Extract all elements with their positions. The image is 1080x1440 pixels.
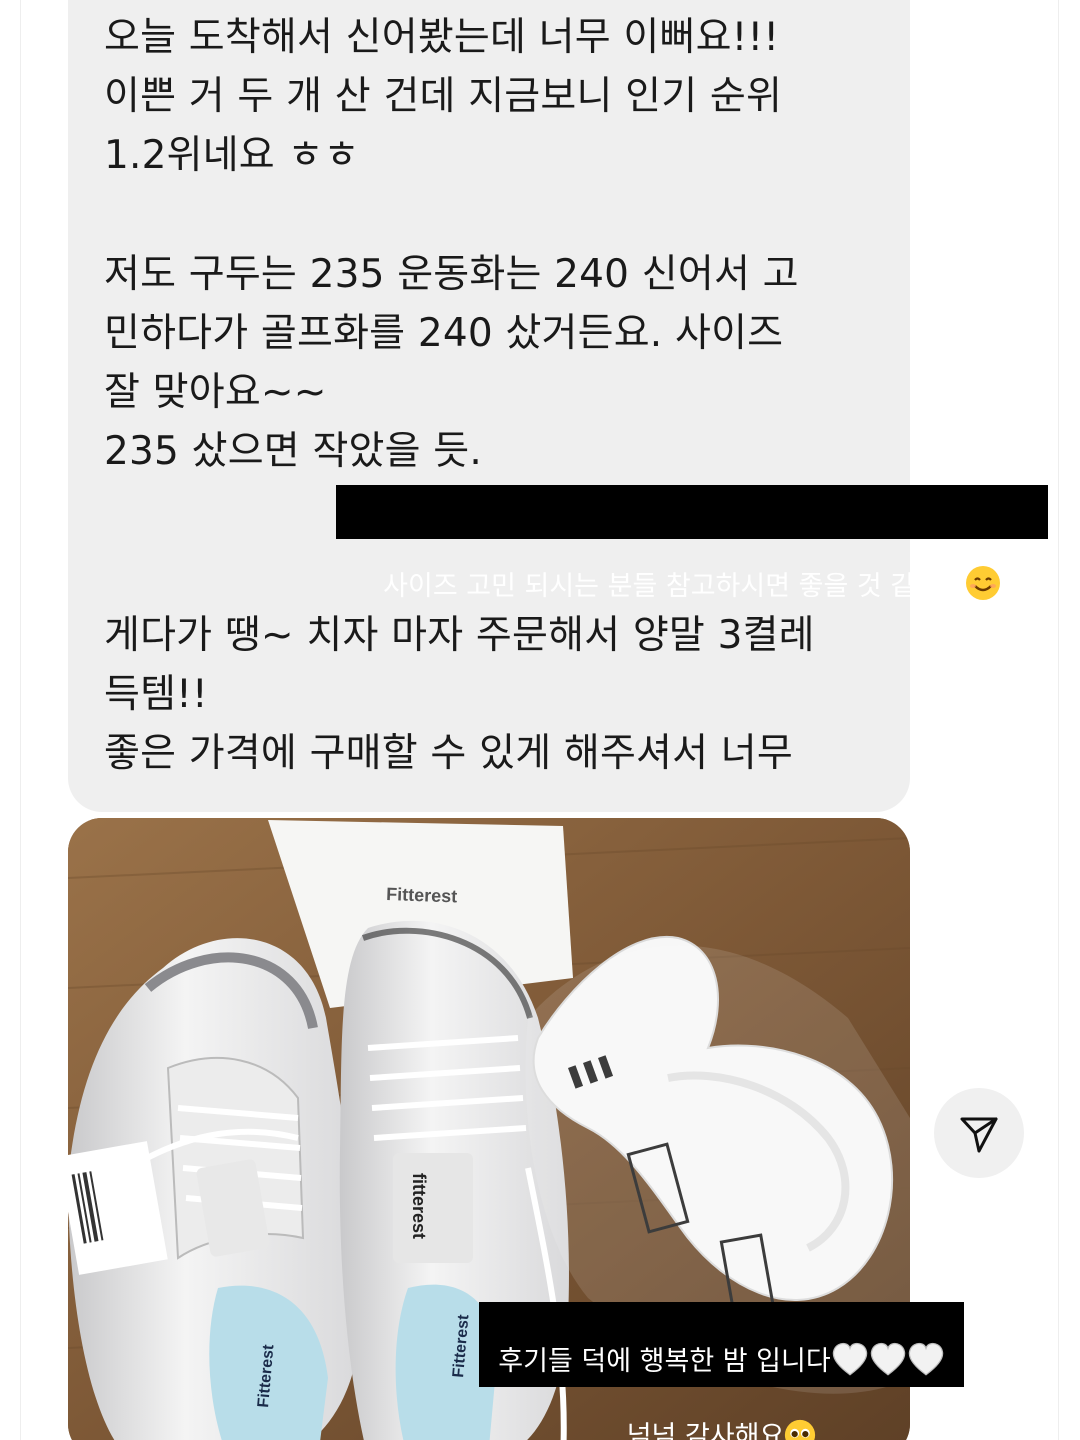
thanks-caption: 후기들 덕에 행복한 밤 입니다 넘넘 감사해요	[479, 1302, 964, 1440]
white-heart-icon	[907, 1342, 945, 1385]
send-paper-plane-icon	[960, 1117, 998, 1153]
size-tip-text: 사이즈 고민 되시는 분들 참고하시면 좋을 것 같아요	[383, 571, 965, 602]
size-tip-caption: 사이즈 고민 되시는 분들 참고하시면 좋을 것 같아요	[336, 485, 1048, 602]
thanks-line-2: 넘넘 감사해요	[626, 1421, 785, 1440]
share-button[interactable]	[934, 1088, 1024, 1178]
thanks-line-2-wrap: 넘넘 감사해요	[491, 1419, 952, 1440]
right-edge-divider	[1058, 0, 1059, 1440]
smiling-face-icon	[965, 528, 1001, 611]
white-heart-icon	[869, 1342, 907, 1385]
message-paragraph-2: 저도 구두는 235 운동화는 240 신어서 고 민하다가 골프화를 240 …	[104, 252, 799, 474]
white-heart-icon	[831, 1342, 869, 1385]
left-edge-divider	[20, 0, 21, 1440]
thanks-line-1-wrap: 후기들 덕에 행복한 밤 입니다	[491, 1342, 952, 1385]
thanks-line-1: 후기들 덕에 행복한 밤 입니다	[498, 1346, 831, 1377]
envelope-brand: Fitterest	[386, 884, 458, 906]
pleading-face-icon	[784, 1419, 816, 1440]
message-paragraph-1: 오늘 도착해서 신어봤는데 너무 이뻐요!!! 이쁜 거 두 개 산 건데 지금…	[104, 15, 783, 178]
story-screen: 오늘 도착해서 신어봤는데 너무 이뻐요!!! 이쁜 거 두 개 산 건데 지금…	[0, 0, 1080, 1440]
tongue-brand-right: fitterest	[409, 1173, 429, 1239]
